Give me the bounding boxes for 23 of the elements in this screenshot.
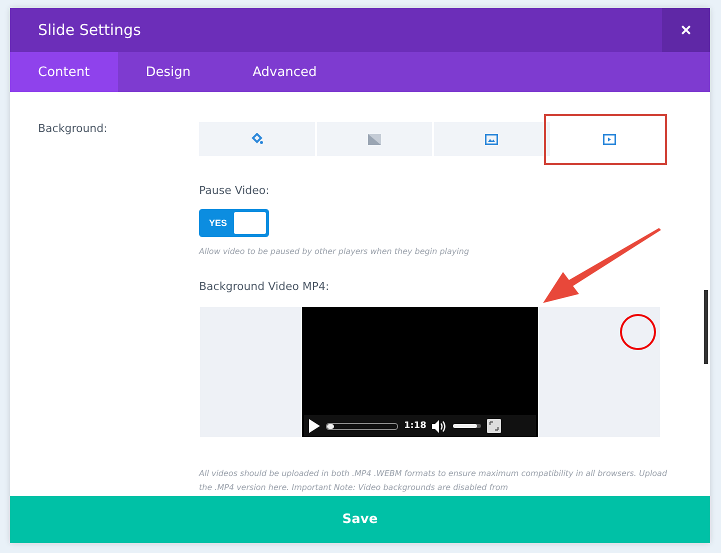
- tab[interactable]: Design: [118, 52, 219, 92]
- tab[interactable]: Advanced: [218, 52, 345, 92]
- field-label: Background:: [38, 122, 108, 137]
- volume-icon[interactable]: [432, 420, 448, 432]
- field-label: Background Video MP4:: [199, 280, 330, 293]
- scrollbar[interactable]: [704, 290, 708, 364]
- field-label: Pause Video:: [199, 184, 270, 197]
- help-text: All videos should be uploaded in both .MP4 .WEBM formats to ensure maximum compatibility in all browsers. Upload the .MP4 version here. Important Note: Video backgrounds are disabled from: [199, 468, 668, 494]
- time-readout: 1:18: [404, 421, 426, 431]
- fullscreen-icon[interactable]: [487, 419, 502, 433]
- image-icon: [485, 134, 498, 144]
- circle-annotation: [620, 314, 656, 350]
- gradient-icon: [368, 134, 381, 144]
- background-type-tab[interactable]: [434, 122, 550, 156]
- video-icon: [602, 134, 616, 144]
- close-button[interactable]: ×: [662, 8, 710, 52]
- paint-bucket-icon: [250, 133, 263, 145]
- window-title: Slide Settings: [37, 21, 141, 39]
- progress-bar[interactable]: [326, 422, 398, 430]
- play-icon[interactable]: [308, 419, 320, 433]
- help-text: Allow video to be paused by other players when they begin playing: [199, 247, 470, 256]
- tab[interactable]: Content: [10, 52, 118, 92]
- toggle-switch[interactable]: YES: [199, 209, 269, 237]
